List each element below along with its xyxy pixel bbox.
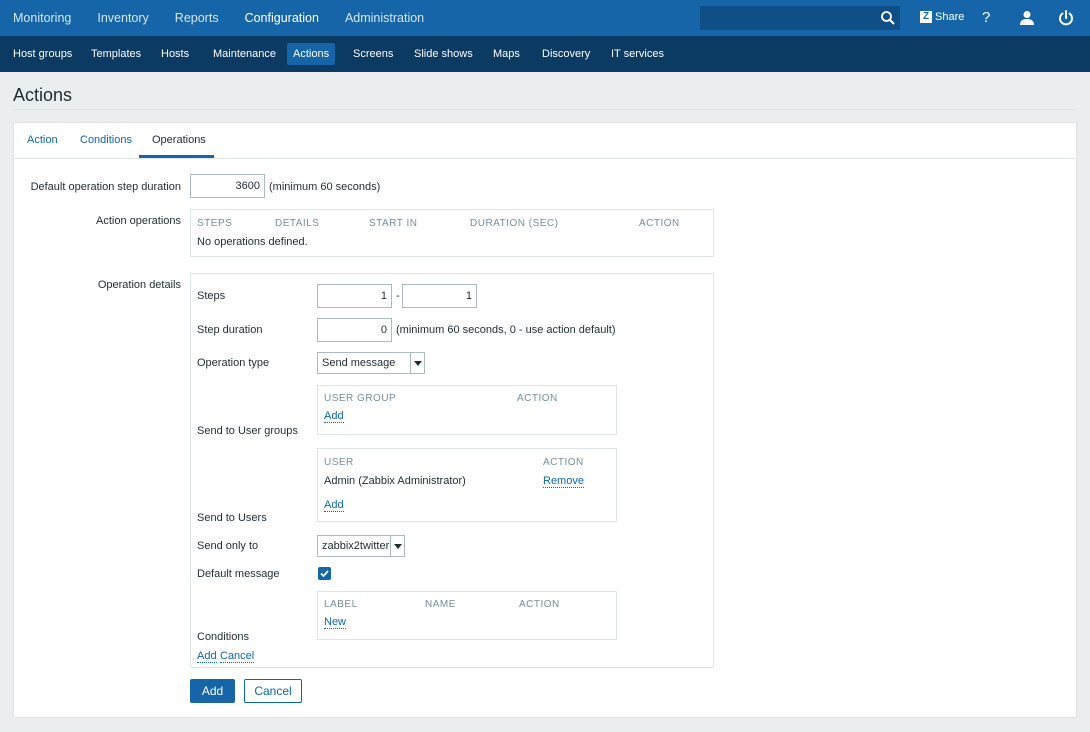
main-menu: Monitoring Inventory Reports Configurati… [0, 0, 437, 36]
submenu-maps[interactable]: Maps [487, 43, 526, 65]
default-step-duration-label: Default operation step duration [30, 181, 181, 193]
step-duration-input[interactable]: 0 [317, 318, 392, 342]
ops-empty-message: No operations defined. [197, 236, 308, 248]
menu-monitoring[interactable]: Monitoring [0, 0, 84, 36]
tabs-divider [14, 158, 1076, 159]
user-groups-add-link[interactable]: Add [324, 410, 344, 423]
submenu-maintenance[interactable]: Maintenance [207, 43, 282, 65]
user-groups-header-group: USER GROUP [324, 393, 397, 404]
default-step-duration-input[interactable]: 3600 [190, 174, 265, 198]
submenu-it-services[interactable]: IT services [605, 43, 670, 65]
zabbix-share-icon: Z [920, 11, 932, 23]
action-operations-table: STEPS DETAILS START IN DURATION (SEC) AC… [190, 209, 714, 257]
user-profile-icon[interactable] [1018, 9, 1036, 27]
submenu-discovery[interactable]: Discovery [536, 43, 596, 65]
action-form-panel: Action Conditions Operations Default ope… [13, 122, 1077, 718]
default-message-label: Default message [197, 568, 280, 580]
tab-operations[interactable]: Operations [152, 134, 206, 146]
chevron-down-icon [410, 353, 424, 373]
operation-details-box: Steps 1 - 1 Step duration 0 (minimum 60 … [190, 273, 714, 668]
operation-add-link[interactable]: Add [197, 650, 217, 663]
cancel-button[interactable]: Cancel [244, 679, 302, 703]
operation-cancel-link[interactable]: Cancel [220, 650, 255, 663]
menu-configuration[interactable]: Configuration [232, 0, 332, 36]
steps-dash: - [396, 290, 400, 302]
submenu-screens[interactable]: Screens [347, 43, 399, 65]
operation-type-select[interactable]: Send message [317, 352, 425, 374]
submenu-host-groups[interactable]: Host groups [7, 43, 78, 65]
send-only-to-select[interactable]: zabbix2twitter [317, 535, 405, 557]
tab-conditions[interactable]: Conditions [80, 134, 132, 146]
user-remove-link[interactable]: Remove [543, 475, 584, 488]
logout-power-icon[interactable] [1057, 9, 1075, 27]
search-icon[interactable] [880, 10, 896, 26]
ops-header-action: ACTION [639, 218, 680, 229]
user-groups-header-action: ACTION [517, 393, 558, 404]
step-duration-hint: (minimum 60 seconds, 0 - use action defa… [396, 324, 616, 336]
steps-to-input[interactable]: 1 [402, 284, 477, 308]
default-step-duration-hint: (minimum 60 seconds) [269, 181, 381, 193]
steps-label: Steps [197, 290, 226, 302]
operation-type-value: Send message [322, 357, 396, 369]
conditions-header-label: LABEL [324, 599, 358, 610]
operation-type-label: Operation type [197, 357, 270, 369]
submenu-actions[interactable]: Actions [287, 43, 336, 65]
chevron-down-icon [390, 536, 404, 556]
send-to-users-label: Send to Users [197, 512, 267, 524]
tab-action[interactable]: Action [27, 134, 58, 146]
steps-from-input[interactable]: 1 [317, 284, 392, 308]
ops-header-start-in: START IN [369, 218, 418, 229]
menu-reports[interactable]: Reports [162, 0, 232, 36]
users-table: USER ACTION Admin (Zabbix Administrator)… [317, 448, 617, 522]
users-add-link[interactable]: Add [324, 499, 344, 512]
submenu-slide-shows[interactable]: Slide shows [408, 43, 479, 65]
send-to-user-groups-label: Send to User groups [197, 425, 298, 437]
users-header-action: ACTION [543, 457, 584, 468]
send-only-to-label: Send only to [197, 540, 259, 552]
sub-menu-bar: Host groups Templates Hosts Maintenance … [0, 36, 1090, 72]
share-label: Share [935, 11, 965, 23]
user-groups-table: USER GROUP ACTION Add [317, 385, 617, 435]
default-message-checkbox[interactable] [318, 567, 331, 580]
share-link[interactable]: Z Share [920, 11, 964, 23]
submenu-templates[interactable]: Templates [85, 43, 147, 65]
ops-header-steps: STEPS [197, 218, 233, 229]
ops-header-duration: DURATION (SEC) [470, 218, 559, 229]
conditions-header-name: NAME [425, 599, 456, 610]
help-icon[interactable]: ? [982, 9, 990, 26]
checkmark-icon [320, 570, 329, 578]
conditions-label: Conditions [197, 631, 249, 643]
page-title: Actions [13, 85, 73, 105]
title-divider [13, 109, 1077, 110]
conditions-table: LABEL NAME ACTION New [317, 591, 617, 640]
submenu-hosts[interactable]: Hosts [155, 43, 195, 65]
action-operations-label: Action operations [96, 215, 181, 227]
ops-header-details: DETAILS [275, 218, 320, 229]
users-header-user: USER [324, 457, 354, 468]
send-only-to-value: zabbix2twitter [322, 540, 390, 552]
menu-administration[interactable]: Administration [332, 0, 437, 36]
user-row-name: Admin (Zabbix Administrator) [324, 475, 466, 487]
search-input[interactable] [700, 6, 900, 30]
top-menu-bar: Monitoring Inventory Reports Configurati… [0, 0, 1090, 36]
conditions-new-link[interactable]: New [324, 616, 347, 629]
add-button[interactable]: Add [190, 679, 235, 703]
operation-details-label: Operation details [97, 279, 181, 291]
menu-inventory[interactable]: Inventory [84, 0, 161, 36]
conditions-header-action: ACTION [519, 599, 560, 610]
step-duration-label: Step duration [197, 324, 263, 336]
